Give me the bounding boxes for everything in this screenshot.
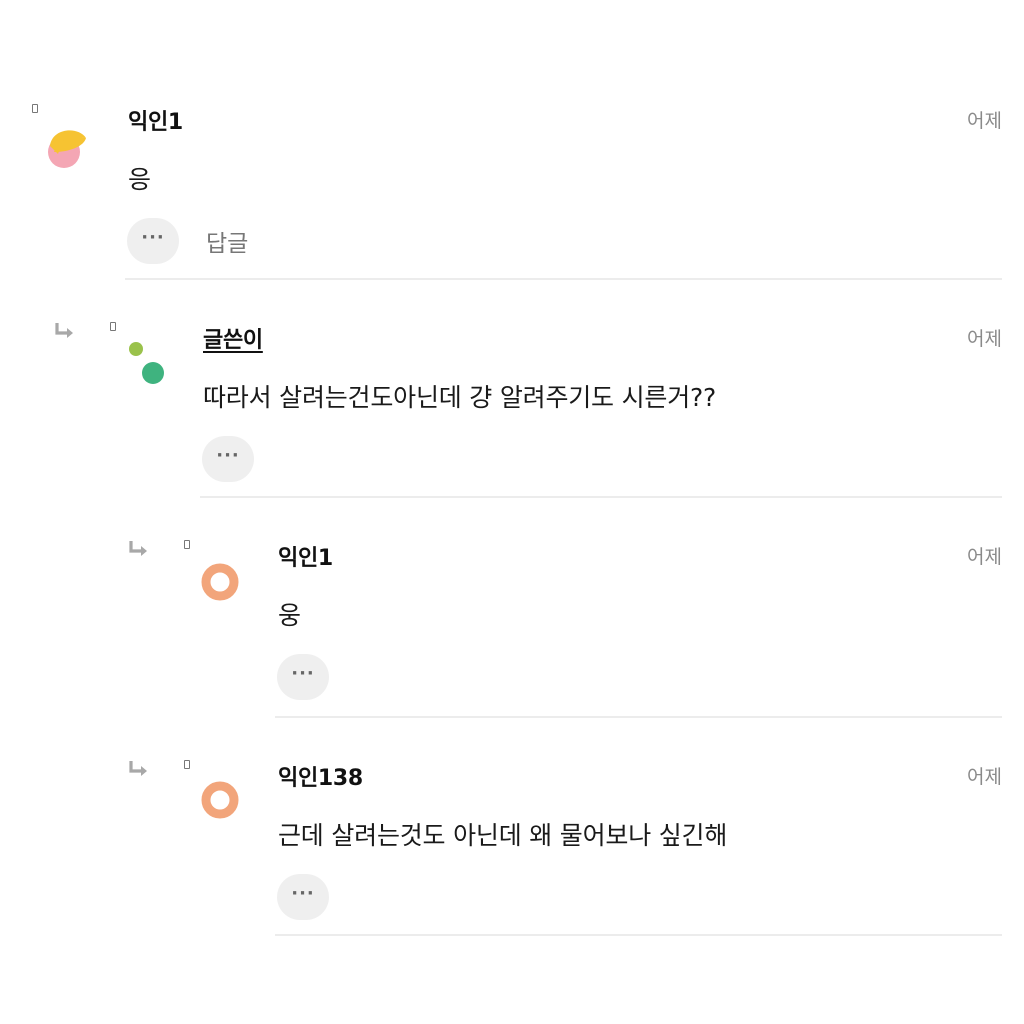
comment-author[interactable]: 글쓴이 bbox=[203, 322, 263, 354]
comment-author[interactable]: 익인1 bbox=[128, 104, 183, 136]
divider bbox=[275, 934, 1002, 936]
reply-item: 익인1 어제 웅 ··· bbox=[0, 536, 1024, 718]
reply-item: 익인138 어제 근데 살려는것도 아닌데 왜 물어보나 싶긴해 ··· bbox=[0, 756, 1024, 938]
comment-item: 익인1 어제 응 ··· 답글 bbox=[0, 100, 1024, 282]
comment-time: 어제 bbox=[967, 546, 1002, 568]
divider bbox=[200, 496, 1002, 498]
more-options-button[interactable]: ··· bbox=[277, 874, 329, 920]
comment-time: 어제 bbox=[967, 110, 1002, 132]
small-box-icon bbox=[110, 322, 116, 331]
comment-text: 웅 bbox=[278, 601, 301, 630]
comment-time: 어제 bbox=[967, 328, 1002, 350]
more-icon: ··· bbox=[291, 663, 315, 684]
avatar[interactable] bbox=[200, 780, 240, 820]
divider bbox=[275, 716, 1002, 718]
reply-item: 글쓴이 어제 따라서 살려는건도아닌데 걍 알려주기도 시른거?? ··· bbox=[0, 318, 1024, 500]
small-box-icon bbox=[184, 540, 190, 549]
more-options-button[interactable]: ··· bbox=[202, 436, 254, 482]
avatar[interactable] bbox=[44, 120, 90, 170]
reply-arrow-icon bbox=[129, 761, 147, 776]
more-icon: ··· bbox=[216, 445, 240, 466]
comment-text: 따라서 살려는건도아닌데 걍 알려주기도 시른거?? bbox=[203, 383, 717, 412]
reply-button[interactable]: 답글 bbox=[206, 224, 248, 258]
small-box-icon bbox=[32, 104, 38, 113]
more-options-button[interactable]: ··· bbox=[277, 654, 329, 700]
comment-author[interactable]: 익인138 bbox=[278, 760, 363, 792]
more-options-button[interactable]: ··· bbox=[127, 218, 179, 264]
comment-text: 근데 살려는것도 아닌데 왜 물어보나 싶긴해 bbox=[278, 821, 728, 850]
more-icon: ··· bbox=[291, 883, 315, 904]
reply-arrow-icon bbox=[55, 323, 73, 338]
avatar[interactable] bbox=[124, 340, 168, 386]
comment-author[interactable]: 익인1 bbox=[278, 540, 333, 572]
divider bbox=[125, 278, 1002, 280]
avatar[interactable] bbox=[200, 562, 240, 602]
small-box-icon bbox=[184, 760, 190, 769]
comment-time: 어제 bbox=[967, 766, 1002, 788]
more-icon: ··· bbox=[141, 227, 165, 248]
comment-text: 응 bbox=[128, 165, 151, 194]
reply-arrow-icon bbox=[129, 541, 147, 556]
